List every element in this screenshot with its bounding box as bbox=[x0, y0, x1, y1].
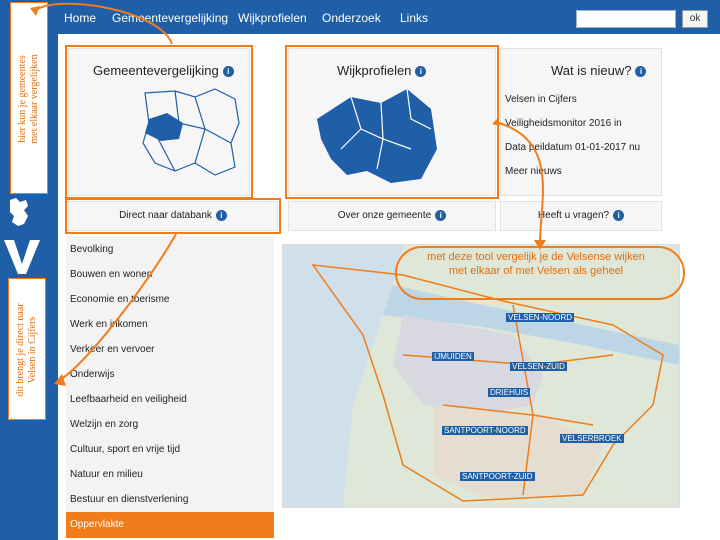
search-input[interactable] bbox=[576, 10, 676, 28]
gemeentevergelijking-title: Gemeentevergelijking bbox=[93, 63, 219, 78]
map-callout-text: met deze tool vergelijk je de Velsense w… bbox=[427, 251, 645, 277]
top-annotation-label: hier kun je gemeentes met elkaar vergeli… bbox=[10, 2, 48, 194]
menu-item-cultuur[interactable]: Cultuur, sport en vrije tijd bbox=[70, 444, 180, 455]
search-ok-button[interactable]: ok bbox=[682, 10, 708, 28]
over-onze-gemeente-button[interactable]: Over onze gemeente i bbox=[288, 201, 496, 231]
map-label-driehuis: DRIEHUIS bbox=[488, 388, 531, 397]
map-label-ijmuiden: IJMUIDEN bbox=[432, 352, 474, 361]
info-icon[interactable]: i bbox=[222, 66, 234, 78]
menu-item-welzijn[interactable]: Welzijn en zorg bbox=[70, 419, 138, 430]
top-annotation-line-1: hier kun je gemeentes bbox=[17, 55, 28, 143]
top-annotation-line-2: met elkaar vergelijken bbox=[29, 54, 40, 144]
lion-logo-icon bbox=[10, 198, 28, 226]
map-label-velserbroek: VELSERBROEK bbox=[560, 434, 624, 443]
menu-item-oppervlakte[interactable]: Oppervlakte bbox=[66, 512, 274, 538]
menu-item-werk-en-inkomen[interactable]: Werk en inkomen bbox=[70, 319, 148, 330]
map-label-velsen-zuid: VELSEN-ZUID bbox=[510, 362, 567, 371]
info-icon[interactable]: i bbox=[415, 66, 427, 78]
gemeentevergelijking-panel[interactable]: Gemeentevergelijking i bbox=[68, 48, 250, 196]
menu-item-onderwijs[interactable]: Onderwijs bbox=[70, 369, 114, 380]
over-onze-gemeente-label: Over onze gemeente bbox=[337, 210, 432, 221]
menu-item-natuur[interactable]: Natuur en milieu bbox=[70, 469, 143, 480]
wijkprofielen-panel[interactable]: Wijkprofielen i bbox=[288, 48, 496, 196]
menu-item-economie[interactable]: Economie en toerisme bbox=[70, 294, 170, 305]
nav-links[interactable]: Links bbox=[400, 11, 428, 25]
left-annotation-line-2: Velsen in Cijfers bbox=[27, 316, 38, 384]
nav-wijkprofielen[interactable]: Wijkprofielen bbox=[238, 11, 307, 25]
news-item[interactable]: Velsen in Cijfers bbox=[505, 94, 577, 105]
direct-naar-databank-button[interactable]: Direct naar databank i bbox=[68, 201, 278, 231]
velsen-district-map[interactable] bbox=[282, 244, 680, 508]
map-label-santpoort-noord: SANTPOORT-NOORD bbox=[442, 426, 528, 435]
info-icon[interactable]: i bbox=[435, 209, 447, 221]
menu-item-bestuur[interactable]: Bestuur en dienstverlening bbox=[70, 494, 188, 505]
wat-is-nieuw-title: Wat is nieuw? bbox=[551, 63, 632, 78]
databank-menu: Bevolking Bouwen en wonen Economie en to… bbox=[66, 236, 274, 512]
municipalities-map-icon bbox=[142, 88, 240, 176]
left-annotation-line-1: dit brengt je direct naar bbox=[15, 303, 26, 397]
news-item[interactable]: Veiligheidsmonitor 2016 in bbox=[505, 118, 622, 129]
info-icon[interactable]: i bbox=[635, 66, 647, 78]
map-label-velsen-noord: VELSEN-NOORD bbox=[506, 313, 575, 322]
heeft-u-vragen-button[interactable]: Heeft u vragen? i bbox=[500, 201, 662, 231]
districts-map-icon bbox=[317, 88, 437, 183]
menu-item-bouwen-en-wonen[interactable]: Bouwen en wonen bbox=[70, 269, 152, 280]
nav-gemeentevergelijking[interactable]: Gemeentevergelijking bbox=[112, 11, 228, 25]
nav-onderzoek[interactable]: Onderzoek bbox=[322, 11, 381, 25]
nav-home[interactable]: Home bbox=[64, 11, 96, 25]
info-icon[interactable]: i bbox=[613, 209, 625, 221]
news-more-link[interactable]: Meer nieuws bbox=[505, 166, 562, 177]
wijkprofielen-title: Wijkprofielen bbox=[337, 63, 412, 78]
news-item[interactable]: Data peildatum 01-01-2017 nu bbox=[505, 142, 640, 153]
left-annotation-label: dit brengt je direct naar Velsen in Cijf… bbox=[8, 278, 46, 420]
map-label-santpoort-zuid: SANTPOORT-ZUID bbox=[460, 472, 535, 481]
menu-item-leefbaarheid[interactable]: Leefbaarheid en veiligheid bbox=[70, 394, 187, 405]
direct-naar-databank-label: Direct naar databank bbox=[119, 210, 212, 221]
heeft-u-vragen-label: Heeft u vragen? bbox=[537, 210, 610, 221]
velsen-v-logo-icon bbox=[4, 240, 40, 274]
menu-item-verkeer[interactable]: Verkeer en vervoer bbox=[70, 344, 155, 355]
menu-item-bevolking[interactable]: Bevolking bbox=[70, 244, 113, 255]
map-graphic bbox=[283, 245, 679, 507]
info-icon[interactable]: i bbox=[215, 209, 227, 221]
